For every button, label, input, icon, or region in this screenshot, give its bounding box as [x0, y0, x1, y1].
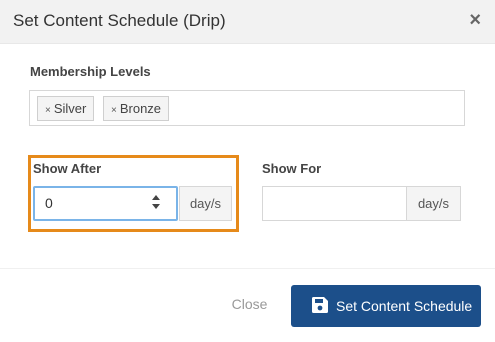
set-content-schedule-button[interactable]: Set Content Schedule — [291, 285, 481, 327]
tag-bronze: × Bronze — [103, 96, 170, 121]
show-after-label: Show After — [33, 161, 102, 176]
close-button[interactable]: Close — [222, 296, 277, 318]
membership-levels-label: Membership Levels — [30, 64, 151, 79]
show-for-input[interactable] — [262, 186, 407, 221]
tag-silver: × Silver — [37, 96, 95, 121]
remove-tag-icon[interactable]: × — [45, 105, 51, 116]
modal-header: Set Content Schedule (Drip) × — [0, 0, 495, 44]
remove-tag-icon[interactable]: × — [111, 105, 117, 116]
modal-title: Set Content Schedule (Drip) — [13, 11, 226, 30]
stepper-down-icon[interactable] — [152, 204, 160, 209]
stepper-icon[interactable] — [150, 194, 162, 212]
show-after-unit: day/s — [179, 186, 232, 221]
membership-levels-select[interactable]: × Silver × Bronze — [29, 90, 465, 126]
footer-divider — [0, 268, 495, 269]
tag-label: Bronze — [119, 101, 162, 116]
save-icon — [312, 297, 328, 313]
show-for-label: Show For — [262, 161, 322, 176]
stepper-up-icon[interactable] — [152, 195, 160, 200]
show-for-unit: day/s — [406, 186, 461, 221]
close-icon[interactable]: × — [469, 9, 481, 32]
tag-label: Silver — [53, 101, 87, 116]
submit-label: Set Content Schedule — [336, 298, 473, 314]
